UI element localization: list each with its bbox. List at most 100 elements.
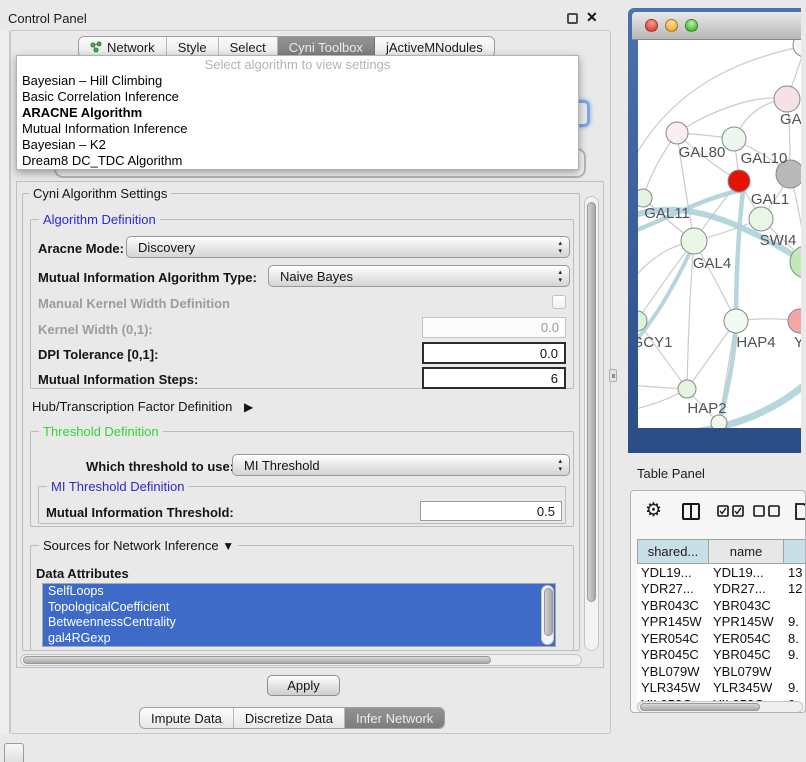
network-graph[interactable]: GAL GAL80 GAL10 GAL1 SWI4 GAL11 GAL4 GCY…	[638, 40, 801, 428]
cell: YDL19...	[637, 565, 709, 580]
sources-title-label: Sources for Network Inference	[43, 538, 219, 553]
cytoscape-app: Control Panel ✕ Network Style Select Cyn…	[0, 0, 806, 762]
network-node-gal80[interactable]	[666, 122, 688, 144]
kernel-width-field[interactable]: 0.0	[422, 317, 566, 338]
network-node-gal4[interactable]	[681, 228, 707, 254]
tab-discretize-data[interactable]: Discretize Data	[234, 708, 345, 728]
close-panel-icon[interactable]: ✕	[586, 9, 598, 26]
sources-group-title[interactable]: Sources for Network Inference ▼	[39, 538, 238, 553]
node-label: SWI4	[760, 232, 797, 249]
apply-button[interactable]: Apply	[267, 675, 340, 696]
combo-arrows-icon: ▴▾	[558, 269, 562, 285]
tab-select[interactable]: Select	[219, 37, 278, 57]
aracne-mode-combo[interactable]: Discovery ▴▾	[126, 236, 570, 258]
deselect-all-icon[interactable]	[753, 505, 781, 518]
column-split-icon[interactable]	[682, 503, 700, 520]
table-row[interactable]: YBR043C YBR043C	[637, 597, 806, 614]
table-row[interactable]: YBR045C YBR045C 9.	[637, 647, 806, 664]
attribute-list-scrollbar[interactable]	[541, 585, 554, 645]
algorithm-option[interactable]: Basic Correlation Inference	[17, 89, 578, 105]
algorithm-option[interactable]: Bayesian – K2	[17, 137, 578, 153]
node-label: GAL11	[644, 205, 690, 222]
settings-horizontal-scrollbar[interactable]	[20, 654, 582, 666]
tab-network[interactable]: Network	[79, 37, 167, 57]
network-node[interactable]	[793, 40, 801, 57]
table-horizontal-scrollbar-thumb[interactable]	[640, 703, 760, 711]
cell: YBR045C	[709, 647, 784, 662]
mi-steps-value: 6	[551, 371, 558, 386]
table-row[interactable]: YDR27... YDR27... 12	[637, 581, 806, 598]
network-highlight-edges[interactable]	[638, 190, 801, 428]
new-table-icon[interactable]	[794, 502, 806, 521]
mi-type-combo[interactable]: Naive Bayes ▴▾	[268, 265, 570, 287]
algorithm-option[interactable]: Mutual Information Inference	[17, 121, 578, 137]
node-label: GAL	[780, 111, 801, 128]
node-label: GAL80	[679, 144, 726, 161]
algorithm-option[interactable]: Dream8 DC_TDC Algorithm	[17, 153, 578, 169]
collapsed-arrow-icon: ▶	[244, 400, 253, 414]
dpi-tolerance-field[interactable]: 0.0	[422, 342, 566, 364]
column-header-sharedname[interactable]: shared...	[637, 539, 709, 564]
tab-cyni-toolbox[interactable]: Cyni Toolbox	[278, 37, 375, 57]
node-label: GCY1	[638, 334, 672, 351]
table-row[interactable]: YDL19... YDL19... 13	[637, 564, 806, 581]
combo-arrows-icon: ▴▾	[558, 240, 562, 256]
gear-icon[interactable]: ⚙	[645, 499, 662, 522]
attribute-item[interactable]: TopologicalCoefficient	[43, 600, 555, 616]
table-row[interactable]: YPR145W YPR145W 9.	[637, 614, 806, 631]
table-row[interactable]: YBL079W YBL079W	[637, 663, 806, 680]
tab-select-label: Select	[230, 40, 266, 55]
mi-threshold-value: 0.5	[537, 504, 555, 519]
minimized-panel-icon[interactable]	[4, 743, 24, 762]
settings-vertical-scrollbar-thumb[interactable]	[587, 202, 596, 602]
window-close-button[interactable]	[645, 19, 658, 32]
table-toolbar: ⚙	[631, 491, 806, 538]
tab-style[interactable]: Style	[167, 37, 219, 57]
settings-vertical-scrollbar[interactable]	[584, 196, 599, 651]
network-node-swi4[interactable]	[749, 207, 773, 231]
network-node[interactable]	[774, 86, 800, 112]
control-panel-title: Control Panel	[8, 11, 87, 26]
dpi-tolerance-value: 0.0	[540, 346, 558, 361]
network-node-gal10[interactable]	[722, 127, 746, 151]
hub-definition-toggle[interactable]: Hub/Transcription Factor Definition ▶	[32, 399, 253, 414]
attribute-item[interactable]: BetweennessCentrality	[43, 615, 555, 631]
attribute-list-scrollbar-thumb[interactable]	[544, 588, 553, 636]
cell: YBR045C	[637, 647, 709, 662]
network-node-gal1[interactable]	[728, 170, 750, 192]
network-window-titlebar[interactable]	[632, 12, 801, 40]
column-header-clipped[interactable]	[784, 539, 806, 564]
select-all-icon[interactable]	[717, 505, 745, 518]
network-node-hap2[interactable]	[678, 380, 696, 398]
algorithm-option[interactable]: Bayesian – Hill Climbing	[17, 73, 578, 89]
table-horizontal-scrollbar[interactable]	[637, 701, 803, 713]
tab-impute-data[interactable]: Impute Data	[140, 708, 234, 728]
attribute-item[interactable]: SelfLoops	[43, 584, 555, 600]
column-header-name[interactable]: name	[709, 539, 784, 564]
which-threshold-combo[interactable]: MI Threshold ▴▾	[232, 454, 570, 476]
algorithm-definition-title: Algorithm Definition	[39, 212, 160, 227]
mi-threshold-field[interactable]: 0.5	[420, 501, 562, 521]
manual-kernel-checkbox[interactable]	[552, 295, 566, 309]
settings-horizontal-scrollbar-thumb[interactable]	[23, 656, 491, 664]
node-label: GAL10	[741, 150, 788, 167]
network-tab-icon	[90, 41, 102, 53]
cell: YDR27...	[709, 581, 784, 596]
network-node[interactable]	[788, 309, 801, 333]
table-row[interactable]: YER054C YER054C 8.	[637, 630, 806, 647]
float-panel-icon[interactable]	[567, 13, 578, 24]
tab-infer-network[interactable]: Infer Network	[345, 708, 444, 728]
window-minimize-button[interactable]	[665, 19, 678, 32]
aracne-mode-label: Aracne Mode:	[38, 241, 124, 256]
table-body[interactable]: YDL19... YDL19... 13 YDR27... YDR27... 1…	[637, 564, 806, 701]
attribute-item[interactable]: gal4RGexp	[43, 631, 555, 647]
algorithm-option-selected[interactable]: ARACNE Algorithm	[17, 105, 578, 121]
table-row[interactable]: YLR345W YLR345W 9.	[637, 680, 806, 697]
window-zoom-button[interactable]	[685, 19, 698, 32]
tab-jactivemnodules[interactable]: jActiveMNodules	[375, 37, 494, 57]
table-header-row: shared... name	[637, 539, 806, 564]
network-view-canvas[interactable]: GAL GAL80 GAL10 GAL1 SWI4 GAL11 GAL4 GCY…	[638, 40, 801, 428]
network-node-hap4[interactable]	[724, 309, 748, 333]
panel-splitter-handle[interactable]	[609, 369, 617, 382]
mi-steps-field[interactable]: 6	[422, 367, 566, 389]
